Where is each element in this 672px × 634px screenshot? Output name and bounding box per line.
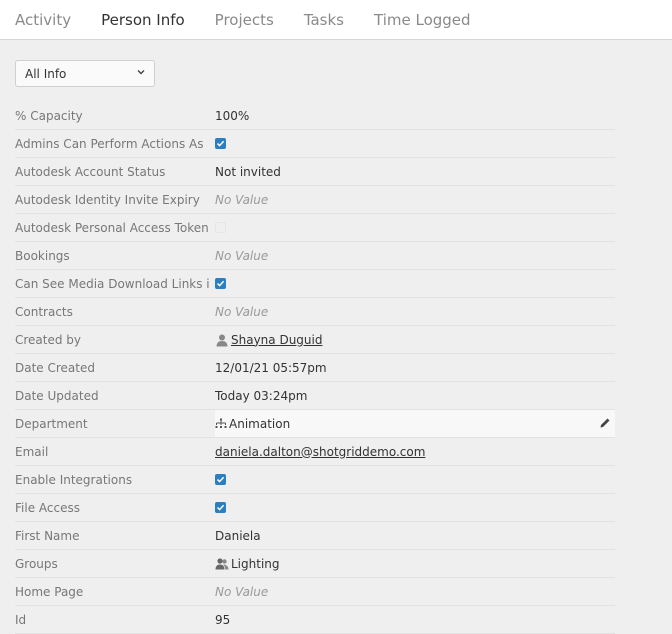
checkbox-checked[interactable] — [215, 474, 226, 485]
groups-value[interactable]: Lighting — [231, 557, 280, 571]
field-row-capacity: % Capacity 100% — [15, 102, 615, 130]
field-label: Autodesk Identity Invite Expiry — [15, 192, 200, 207]
field-row-date-updated: Date Updated Today 03:24pm — [15, 382, 615, 410]
field-label: Id — [15, 612, 27, 627]
field-row-autodesk-identity-invite-expiry: Autodesk Identity Invite Expiry No Value — [15, 186, 615, 214]
field-row-created-by: Created by Shayna Duguid — [15, 326, 615, 354]
field-label: File Access — [15, 500, 80, 515]
field-label: Department — [15, 416, 88, 431]
field-row-autodesk-account-status: Autodesk Account Status Not invited — [15, 158, 615, 186]
field-label: % Capacity — [15, 108, 83, 123]
person-icon — [215, 333, 229, 347]
field-row-home-page: Home Page No Value — [15, 578, 615, 606]
org-chart-icon — [215, 418, 227, 430]
field-label: Created by — [15, 332, 82, 347]
tab-person-info[interactable]: Person Info — [101, 0, 185, 40]
field-value-empty[interactable]: No Value — [215, 305, 268, 319]
checkbox-checked[interactable] — [215, 278, 226, 289]
group-icon — [215, 557, 229, 570]
checkbox-checked[interactable] — [215, 138, 226, 149]
field-value[interactable]: Daniela — [215, 529, 261, 543]
field-row-autodesk-personal-access-token: Autodesk Personal Access Token — [15, 214, 615, 242]
field-value-empty[interactable]: No Value — [215, 249, 268, 263]
field-row-email: Email daniela.dalton@shotgriddemo.com — [15, 438, 615, 466]
field-filter-value: All Info — [25, 66, 67, 81]
field-label: Contracts — [15, 304, 73, 319]
field-label: Autodesk Personal Access Token — [15, 220, 209, 235]
field-row-can-see-media-download-links: Can See Media Download Links i — [15, 270, 615, 298]
tab-bar: Activity Person Info Projects Tasks Time… — [0, 0, 672, 40]
field-row-department: Department Animation — [15, 410, 615, 438]
field-label: Date Created — [15, 360, 95, 375]
field-row-contracts: Contracts No Value — [15, 298, 615, 326]
field-label: Bookings — [15, 248, 70, 263]
checkmark-icon — [216, 140, 225, 147]
department-value[interactable]: Animation — [229, 417, 290, 431]
tab-tasks[interactable]: Tasks — [304, 0, 344, 40]
field-row-admins-can-perform-actions-as: Admins Can Perform Actions As — [15, 130, 615, 158]
checkbox-unchecked[interactable] — [215, 222, 226, 233]
department-value-cell[interactable]: Animation — [215, 410, 615, 437]
field-label: First Name — [15, 528, 80, 543]
field-label: Groups — [15, 556, 58, 571]
field-value[interactable]: Not invited — [215, 165, 281, 179]
field-value[interactable]: 100% — [215, 109, 249, 123]
field-row-bookings: Bookings No Value — [15, 242, 615, 270]
pencil-icon[interactable] — [599, 417, 611, 429]
tab-projects[interactable]: Projects — [215, 0, 274, 40]
field-list: % Capacity 100% Admins Can Perform Actio… — [15, 102, 615, 634]
tab-time-logged[interactable]: Time Logged — [374, 0, 471, 40]
field-row-date-created: Date Created 12/01/21 05:57pm — [15, 354, 615, 382]
field-label: Admins Can Perform Actions As — [15, 136, 204, 151]
field-label: Enable Integrations — [15, 472, 133, 487]
field-row-first-name: First Name Daniela — [15, 522, 615, 550]
tab-activity[interactable]: Activity — [15, 0, 71, 40]
field-label: Autodesk Account Status — [15, 164, 166, 179]
checkmark-icon — [216, 280, 225, 287]
field-label: Can See Media Download Links i — [15, 276, 210, 291]
field-value[interactable]: 95 — [215, 613, 230, 627]
field-label: Email — [15, 444, 49, 459]
created-by-link[interactable]: Shayna Duguid — [231, 333, 322, 347]
field-value-empty[interactable]: No Value — [215, 585, 268, 599]
field-value[interactable]: Today 03:24pm — [215, 389, 307, 403]
checkmark-icon — [216, 504, 225, 511]
field-row-groups: Groups Lighting — [15, 550, 615, 578]
email-link[interactable]: daniela.dalton@shotgriddemo.com — [215, 445, 425, 459]
field-row-file-access: File Access — [15, 494, 615, 522]
field-filter-dropdown[interactable]: All Info — [15, 60, 155, 87]
checkmark-icon — [216, 476, 225, 483]
field-value-empty[interactable]: No Value — [215, 193, 268, 207]
checkbox-checked[interactable] — [215, 502, 226, 513]
field-value[interactable]: 12/01/21 05:57pm — [215, 361, 327, 375]
field-row-enable-integrations: Enable Integrations — [15, 466, 615, 494]
field-label: Date Updated — [15, 388, 99, 403]
chevron-down-icon — [137, 70, 145, 75]
field-label: Home Page — [15, 584, 84, 599]
